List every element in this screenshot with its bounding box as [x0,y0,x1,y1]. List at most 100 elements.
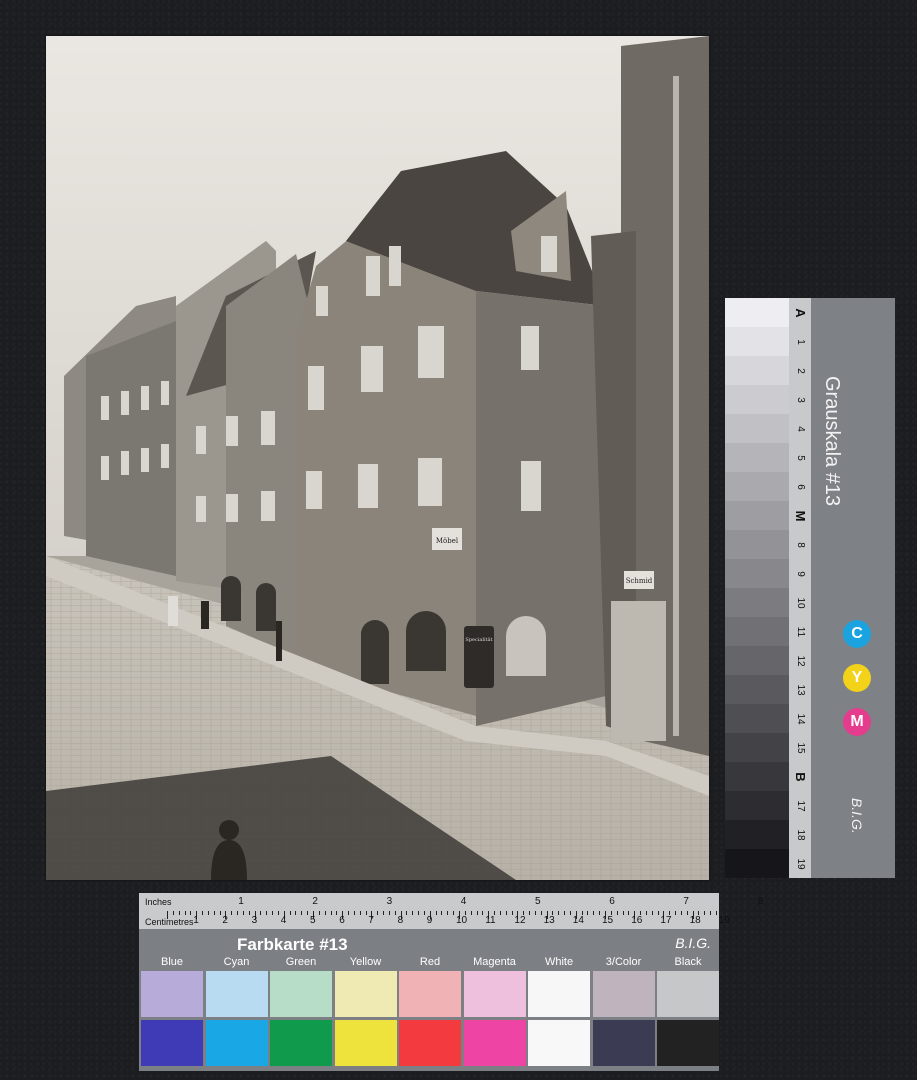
grey-label: 3 [795,396,806,403]
swatch-label: Yellow [349,956,382,968]
cm-number: 4 [280,915,287,926]
svg-text:Möbel: Möbel [436,537,459,545]
grey-label: 6 [795,483,806,490]
swatch-light [205,971,268,1017]
grey-scale-card: A 1 2 3 4 5 6 M 8 9 10 11 12 13 14 15 B 17 18 19 Grauskala … [725,298,895,878]
ruler-tick [412,911,414,915]
ruler-tick [645,911,647,915]
inch-number: 3 [386,896,393,907]
grey-label: 9 [795,570,806,577]
ruler-tick [564,911,566,915]
ruler-tick [202,911,204,915]
ruler-tick [418,911,420,915]
inch-number: 2 [312,896,318,907]
ruler-tick [616,911,618,915]
ruler-tick [348,911,350,915]
ruler-tick [435,911,437,915]
grey-patch [725,559,789,588]
grey-label: 1 [795,338,806,345]
swatch-light [528,971,590,1017]
cm-number: 7 [368,915,374,926]
ruler-tick [680,911,682,915]
magenta-dot: M [843,708,871,736]
ruler-tick [599,911,601,915]
ruler-tick [172,911,174,915]
centimetres-label: Centimetres [145,917,194,927]
ruler-tick [207,911,209,915]
swatch-label: Green [285,956,317,968]
swatch-dark [334,1020,397,1066]
grey-patch [725,472,789,501]
ruler-tick [266,911,268,915]
ruler-tick [324,911,326,915]
swatch-dark [141,1020,203,1066]
swatch-light [399,971,461,1017]
swatch-light [334,971,397,1017]
swatch-dark [592,1020,655,1066]
ruler-tick [540,911,542,915]
grey-label: A [793,307,808,318]
swatch-dark [528,1020,590,1066]
ruler-tick [470,911,472,915]
ruler-tick [231,911,233,915]
ruler-tick [476,911,478,915]
ruler-tick [710,911,712,915]
ruler-tick [651,911,653,915]
ruler-tick [190,911,192,915]
ruler-tick [447,911,449,915]
cm-number: 11 [485,915,496,926]
ruler-tick [453,911,455,915]
grey-label: M [793,510,808,521]
color-card-title: Farbkarte #13 [237,935,348,954]
ruler-tick [167,911,168,919]
cm-number: 10 [456,915,468,926]
ruler-tick [628,911,630,915]
grey-scale-labels: A 1 2 3 4 5 6 M 8 9 10 11 12 13 14 15 B 17 18 19 [789,298,811,878]
inches-label: Inches [145,897,172,907]
grey-patch [725,298,789,327]
ruler-tick [330,911,332,915]
ruler-tick [248,911,250,915]
ruler-tick [336,911,338,915]
ruler-tick [569,911,571,915]
grey-patch [725,646,789,675]
cm-number: 19 [718,915,730,926]
swatch-dark [463,1020,526,1066]
swatch-label: Red [419,956,441,968]
grey-patch [725,849,789,878]
inch-number: 1 [238,896,244,907]
swatch-label: Cyan [223,956,250,968]
ruler-tick [184,911,186,915]
grey-scale-strip [725,298,789,878]
inch-number: 6 [609,896,615,907]
svg-text:Schmid: Schmid [626,577,653,585]
grey-patch [725,762,789,791]
grey-patch [725,356,789,385]
grey-patch [725,327,789,356]
ruler-tick [277,911,279,915]
ruler-tick [242,911,244,915]
cm-number: 6 [339,915,345,926]
ruler-tick [657,911,659,915]
grey-label: 12 [795,654,806,667]
ruler-tick [529,911,531,915]
grey-label: 8 [795,541,806,548]
grey-card-title: Grauskala #13 [821,376,843,507]
ruler-tick [353,911,355,915]
swatch-dark [399,1020,461,1066]
grey-label: 4 [795,425,806,432]
swatch-dark [270,1020,332,1066]
inch-number: 8 [757,896,764,907]
ruler-tick [301,911,303,915]
ruler-tick [377,911,379,915]
ruler-tick [359,911,361,915]
ruler-tick [593,911,595,915]
swatch-label: White [544,956,574,968]
ruler-tick [260,911,262,915]
swatch-light [463,971,526,1017]
ruler-tick [441,911,443,915]
ruler-tick [237,911,239,915]
ruler-tick [534,911,536,915]
ruler-tick [715,911,717,915]
swatch-label: Magenta [473,956,516,968]
